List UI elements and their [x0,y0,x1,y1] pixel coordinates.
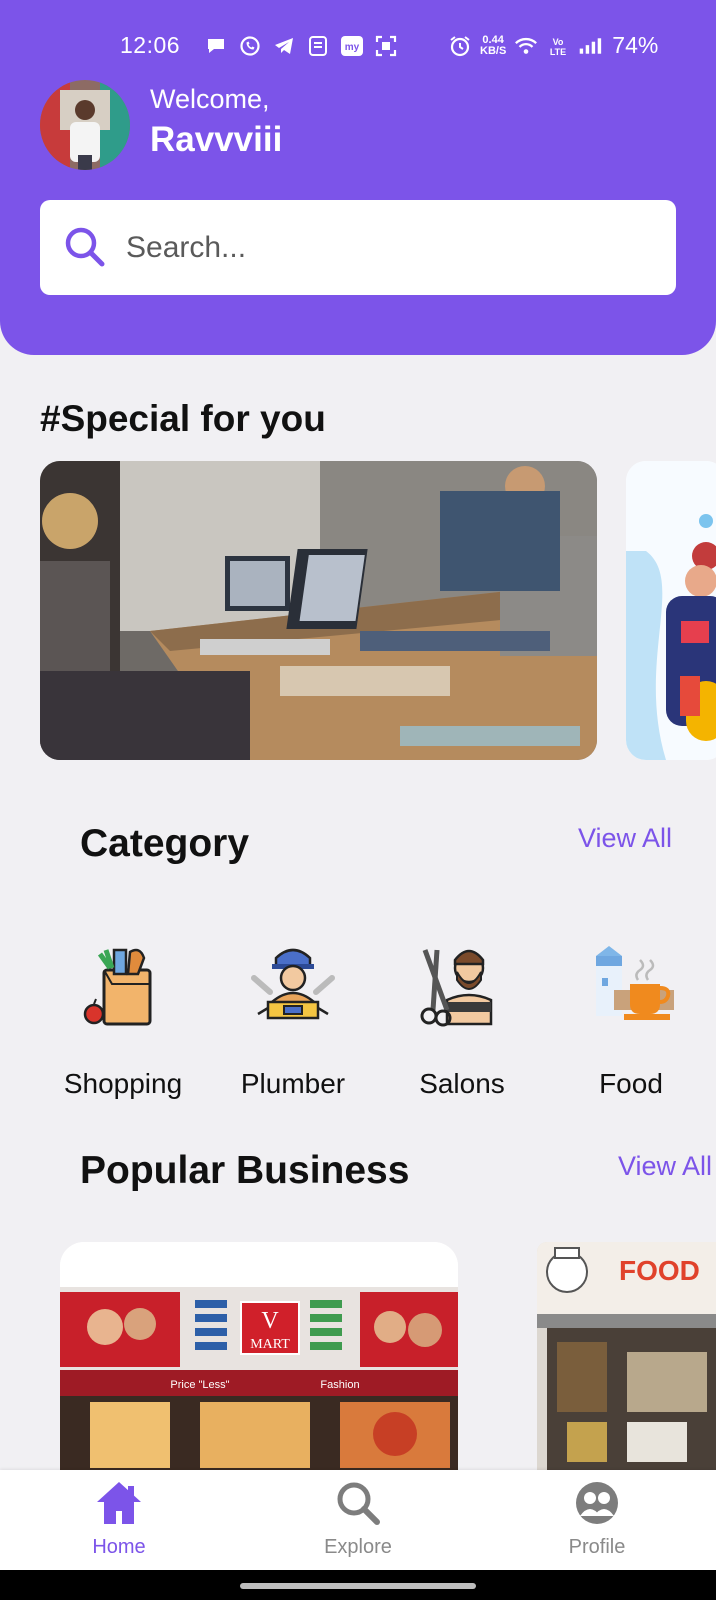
food-shop-sign: FOOD [619,1255,700,1286]
search-icon [337,1482,380,1525]
net-speed-value: 0.44 [482,33,504,46]
notification-icons: my [204,34,398,58]
category-salons[interactable]: Salons [387,940,537,1100]
category-label: Salons [419,1068,505,1099]
barber-icon [420,949,493,1027]
myjio-icon: my [340,34,364,58]
battery-level: 74% [612,32,659,58]
search-bar[interactable] [40,200,676,295]
search-input[interactable] [126,200,646,295]
category-label: Shopping [63,1068,183,1099]
net-speed: 0.44 KB/S [480,33,507,57]
vmart-strip-right: Fashion [320,1379,359,1391]
category-title: Category [80,822,250,865]
avatar[interactable] [40,80,130,170]
bottom-nav: Home Explore Profile [0,1470,716,1570]
vmart-sign-mart: MART [250,1337,290,1352]
user-name: Ravvviii [150,120,283,159]
search-icon [65,227,105,267]
plumber-icon [251,948,335,1020]
alarm-icon [448,34,472,58]
message-bubble-icon [204,34,228,58]
nav-explore[interactable]: Explore [298,1478,418,1559]
vmart-strip-left: Price "Less" [170,1379,229,1391]
grocery-bag-icon [83,948,152,1026]
volte-icon: Vo LTE [546,34,570,58]
svg-text:LTE: LTE [550,47,566,57]
business-card-vmart[interactable]: V MART Price "Less" Fashion [60,1242,458,1472]
nav-profile[interactable]: Profile [537,1478,657,1559]
profile-icon [576,1482,618,1524]
category-view-all-link[interactable]: View All [578,823,672,854]
nav-home-label: Home [92,1536,146,1558]
category-shopping[interactable]: Shopping [48,940,198,1100]
special-banner-cleaning[interactable] [626,461,716,760]
shield-app-icon [306,34,330,58]
category-plumber[interactable]: Plumber [218,940,368,1100]
status-time: 12:06 [120,32,181,58]
category-food[interactable]: Food [556,940,706,1100]
system-gesture-bar [0,1570,716,1600]
category-label: Plumber [240,1068,346,1099]
whatsapp-icon [238,34,262,58]
popular-title: Popular Business [80,1149,410,1192]
welcome-text: Welcome, [150,84,270,114]
business-card-food[interactable]: FOOD [537,1242,716,1472]
special-banner-office[interactable] [40,461,597,760]
vmart-sign-v: V [261,1308,279,1334]
nav-profile-label: Profile [568,1536,626,1558]
category-label: Food [599,1068,663,1099]
header: 12:06 my 0.44 KB/S Vo LTE 74% Welcome, R… [0,0,716,355]
nav-home[interactable]: Home [59,1478,179,1559]
svg-text:my: my [345,42,360,53]
system-icons: 0.44 KB/S Vo LTE 74% [448,32,658,59]
special-title: #Special for you [40,398,326,439]
popular-view-all-link[interactable]: View All [618,1151,712,1182]
svg-text:Vo: Vo [553,37,564,47]
nav-explore-label: Explore [324,1536,392,1558]
status-bar: 12:06 my 0.44 KB/S Vo LTE 74% [0,28,716,64]
home-icon [97,1482,141,1524]
wifi-icon [514,34,538,58]
food-cup-icon [596,946,674,1020]
scan-icon [374,34,398,58]
telegram-icon [272,34,296,58]
signal-icon [578,34,602,58]
gesture-handle[interactable] [240,1583,476,1589]
net-speed-unit: KB/S [480,44,507,57]
